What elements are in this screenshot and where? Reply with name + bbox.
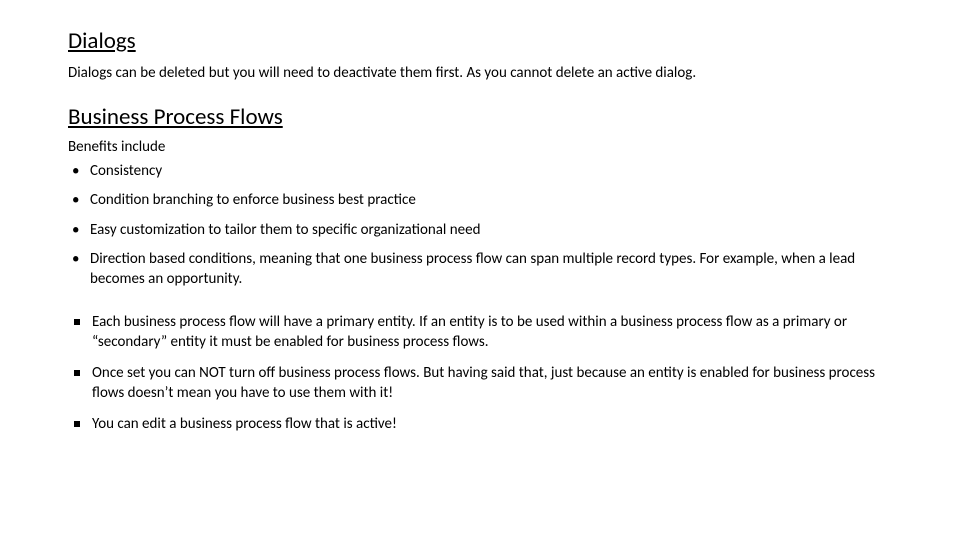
list-item: You can edit a business process flow tha… [68, 415, 892, 435]
dialogs-body: Dialogs can be deleted but you will need… [68, 64, 892, 83]
list-item: Easy customization to tailor them to spe… [68, 221, 892, 241]
list-item: Once set you can NOT turn off business p… [68, 364, 892, 403]
bpf-notes-list: Each business process flow will have a p… [68, 313, 892, 435]
list-item: Consistency [68, 162, 892, 182]
dialogs-heading: Dialogs [68, 28, 892, 56]
list-item: Each business process flow will have a p… [68, 313, 892, 352]
bpf-heading: Business Process Flows [68, 104, 892, 132]
list-item: Direction based conditions, meaning that… [68, 250, 892, 289]
bpf-sub-label: Benefits include [68, 138, 892, 156]
bpf-benefits-list: Consistency Condition branching to enfor… [68, 162, 892, 290]
list-item: Condition branching to enforce business … [68, 191, 892, 211]
page-content: Dialogs Dialogs can be deleted but you w… [0, 0, 960, 435]
